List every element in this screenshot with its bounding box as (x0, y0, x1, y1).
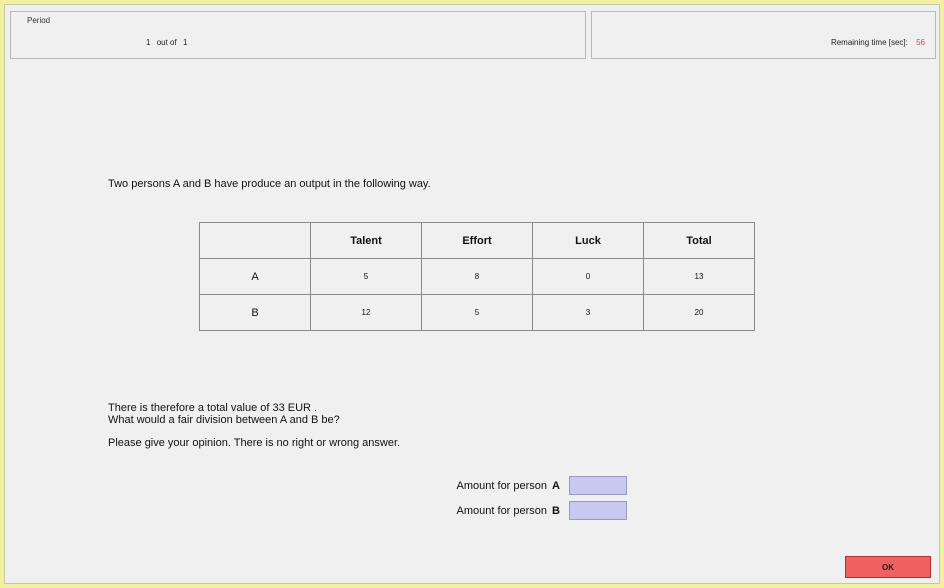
cell-b-total: 20 (643, 294, 755, 331)
ok-button[interactable]: OK (845, 556, 931, 578)
cell-a-total: 13 (643, 258, 755, 295)
period-legend: Period (25, 16, 53, 25)
opinion-instruction: Please give your opinion. There is no ri… (108, 437, 401, 449)
total-value-text: There is therefore a total value of 33 E… (108, 402, 318, 414)
remaining-time-value: 56 (916, 38, 925, 47)
table-header-luck: Luck (532, 222, 644, 259)
amount-a-input[interactable] (569, 476, 627, 495)
experiment-screen: Period 1 out of 1 Remaining time [sec]: … (4, 4, 940, 584)
cell-b-effort: 5 (421, 294, 533, 331)
fair-division-question: What would a fair division between A and… (108, 414, 340, 426)
remaining-time-label: Remaining time [sec]: (830, 38, 908, 47)
row-label-a: A (199, 258, 311, 295)
cell-a-effort: 8 (421, 258, 533, 295)
table-header-row: Talent Effort Luck Total (199, 222, 755, 259)
amount-b-label-text: Amount for person (456, 504, 548, 517)
period-panel: Period 1 out of 1 (10, 11, 586, 59)
remaining-time: Remaining time [sec]: 56 (831, 38, 925, 47)
amount-b-person: B (552, 504, 560, 517)
table-header-corner (199, 222, 311, 259)
amount-a-person: A (552, 479, 560, 492)
row-label-b: B (199, 294, 311, 331)
amount-a-label-text: Amount for person (456, 479, 548, 492)
amount-row-b: Amount for person B (260, 500, 627, 521)
amount-b-input[interactable] (569, 501, 627, 520)
table-header-effort: Effort (421, 222, 533, 259)
output-table: Talent Effort Luck Total A 5 8 0 13 B 12… (199, 222, 755, 331)
period-current: 1 (146, 38, 151, 47)
table-header-talent: Talent (310, 222, 422, 259)
table-header-total: Total (643, 222, 755, 259)
period-counter: 1 out of 1 (146, 38, 191, 47)
cell-b-luck: 3 (532, 294, 644, 331)
cell-a-luck: 0 (532, 258, 644, 295)
amount-a-label: Amount for person A (260, 480, 569, 492)
cell-a-talent: 5 (310, 258, 422, 295)
amount-row-a: Amount for person A (260, 475, 627, 496)
intro-text: Two persons A and B have produce an outp… (108, 178, 431, 190)
amount-b-label: Amount for person B (260, 505, 569, 517)
period-separator: out of (156, 38, 177, 47)
cell-b-talent: 12 (310, 294, 422, 331)
timer-panel: Remaining time [sec]: 56 (591, 11, 936, 59)
table-row: B 12 5 3 20 (199, 294, 755, 331)
period-total: 1 (182, 38, 188, 47)
table-row: A 5 8 0 13 (199, 258, 755, 295)
